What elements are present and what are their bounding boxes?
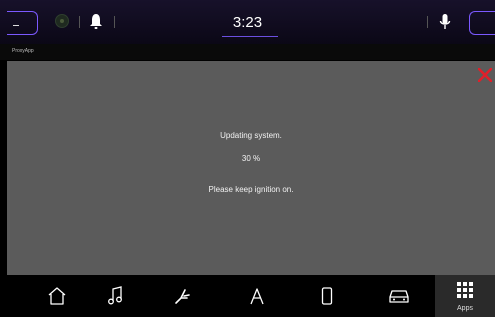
car-icon (389, 290, 409, 303)
microphone-icon[interactable] (439, 13, 451, 31)
clock: 3:23 (232, 14, 263, 31)
apps-button[interactable]: Apps (435, 275, 495, 317)
car-button[interactable] (373, 275, 425, 317)
divider (427, 16, 428, 28)
apps-label: Apps (457, 305, 473, 312)
navigation-icon (250, 288, 264, 305)
phone-icon (321, 287, 333, 305)
navigation-button[interactable] (231, 275, 283, 317)
seat-icon (175, 289, 190, 304)
app-title-bar: ProxyApp (0, 44, 495, 60)
update-progress-text: 30 % (241, 154, 261, 163)
right-panel-toggle[interactable] (469, 11, 495, 35)
phone-button[interactable] (301, 275, 353, 317)
update-panel: Updating system. 30 % Please keep igniti… (7, 61, 495, 275)
close-icon[interactable] (478, 68, 492, 82)
apps-grid-icon (457, 282, 473, 298)
climate-button[interactable] (156, 275, 208, 317)
media-button[interactable] (89, 275, 141, 317)
home-icon (48, 287, 66, 305)
update-status-text: Updating system. (220, 131, 282, 140)
update-instruction-text: Please keep ignition on. (208, 185, 294, 194)
music-icon (108, 286, 122, 305)
home-button[interactable] (31, 275, 83, 317)
clock-underline (222, 36, 278, 37)
bottom-dock: Apps (0, 275, 495, 317)
status-bar: 3:23 (0, 0, 495, 44)
app-title: ProxyApp (12, 48, 34, 54)
